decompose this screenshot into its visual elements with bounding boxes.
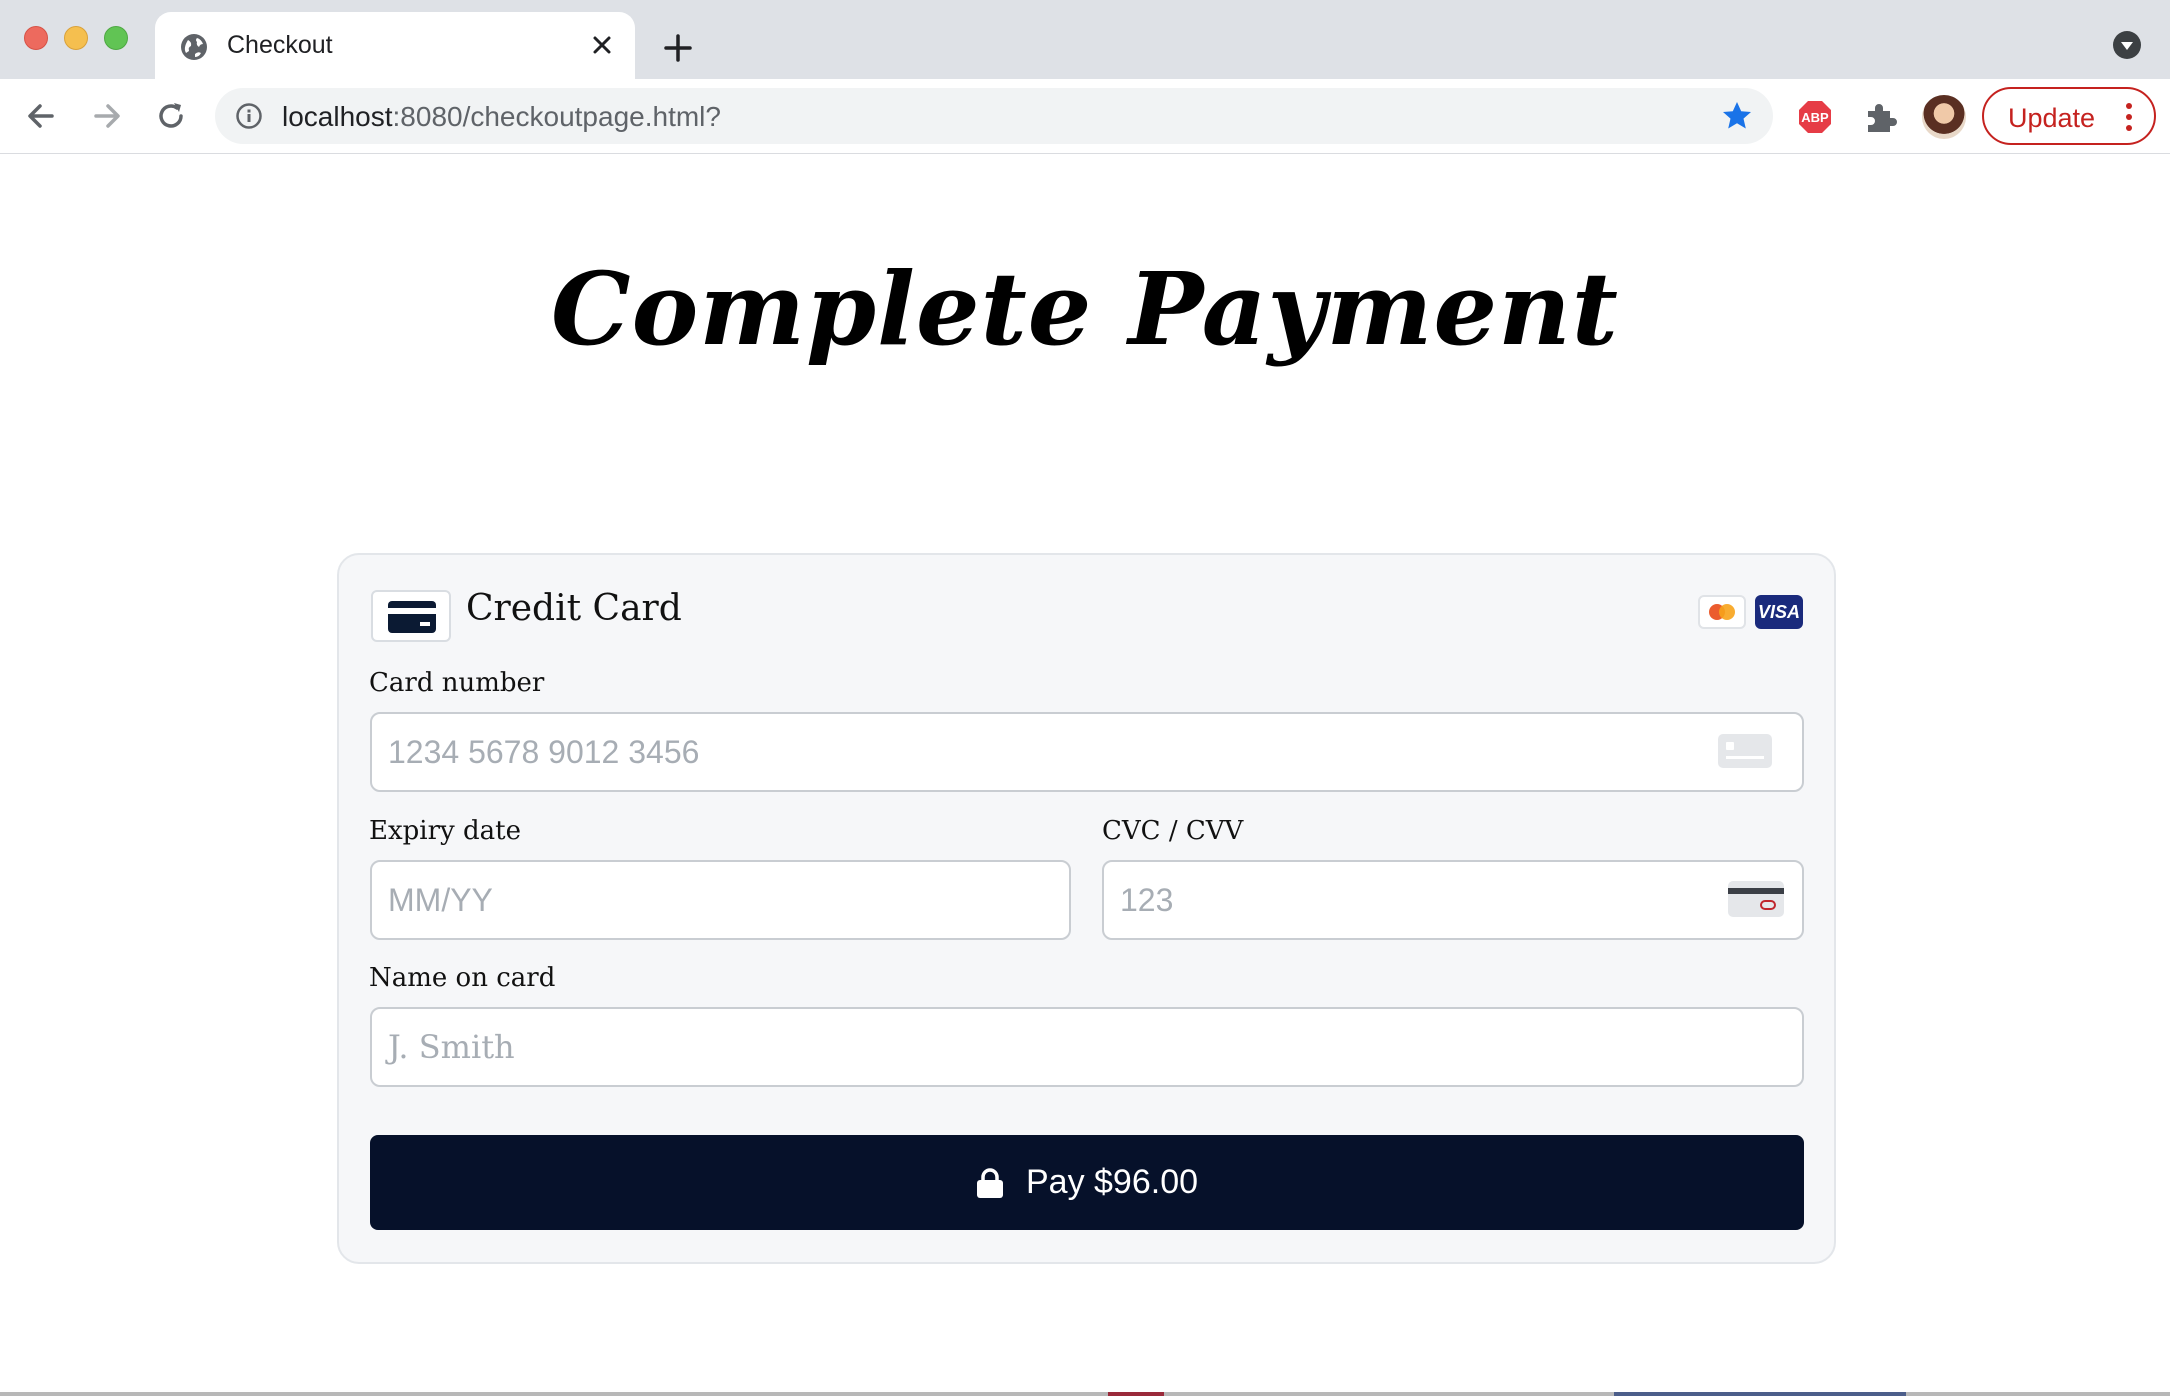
bottom-edge <box>0 1392 2170 1396</box>
chevron-down-icon[interactable] <box>2112 30 2142 60</box>
cvc-label: CVC / CVV <box>1102 816 1244 846</box>
expiry-date-label: Expiry date <box>369 816 521 846</box>
address-bar[interactable]: localhost:8080/checkoutpage.html? <box>215 88 1773 144</box>
url-host: localhost <box>282 101 393 132</box>
zoom-window-button[interactable] <box>104 26 128 50</box>
back-icon[interactable] <box>22 97 60 135</box>
url-text: localhost:8080/checkoutpage.html? <box>282 101 721 133</box>
tab-title: Checkout <box>227 31 333 59</box>
pay-button-label: Pay $96.00 <box>1025 1163 1199 1201</box>
mastercard-logo <box>1698 595 1746 629</box>
close-icon[interactable] <box>587 30 617 60</box>
payment-method-icon <box>371 590 451 642</box>
close-window-button[interactable] <box>24 26 48 50</box>
url-path: :8080/checkoutpage.html? <box>392 101 721 132</box>
expiry-date-input[interactable]: MM/YY <box>370 860 1071 940</box>
update-button[interactable]: Update <box>1982 87 2156 145</box>
name-on-card-input[interactable]: J. Smith <box>370 1007 1804 1087</box>
card-number-input[interactable]: 1234 5678 9012 3456 <box>370 712 1804 792</box>
lock-icon <box>976 1167 1003 1198</box>
cvc-input[interactable]: 123 <box>1102 860 1804 940</box>
puzzle-icon[interactable] <box>1862 99 1898 135</box>
payment-method-label: Credit Card <box>466 588 682 629</box>
browser-toolbar: localhost:8080/checkoutpage.html? ABP Up… <box>0 79 2170 154</box>
name-on-card-label: Name on card <box>369 963 556 993</box>
update-label: Update <box>2008 103 2096 133</box>
star-icon[interactable] <box>1720 99 1754 133</box>
payment-card: Credit Card VISA Card number 1234 5678 9… <box>337 553 1836 1264</box>
minimize-window-button[interactable] <box>64 26 88 50</box>
reload-icon[interactable] <box>152 97 190 135</box>
card-number-label: Card number <box>369 668 545 698</box>
kebab-icon[interactable] <box>2124 101 2134 133</box>
cvc-card-icon <box>1728 881 1784 917</box>
tab-checkout[interactable]: Checkout <box>155 12 635 79</box>
avatar[interactable] <box>1922 95 1966 139</box>
adblock-icon[interactable]: ABP <box>1797 99 1833 135</box>
info-icon[interactable] <box>235 102 263 130</box>
visa-logo: VISA <box>1755 595 1803 629</box>
pay-button[interactable]: Pay $96.00 <box>370 1135 1804 1230</box>
forward-icon[interactable] <box>88 97 126 135</box>
credit-card-icon <box>388 601 436 633</box>
card-number-icon <box>1718 734 1772 768</box>
tab-strip: Checkout <box>0 0 2170 79</box>
page-title: Complete Payment <box>550 250 1619 368</box>
globe-icon <box>181 34 207 60</box>
svg-text:ABP: ABP <box>1801 110 1829 125</box>
plus-icon[interactable] <box>660 30 696 66</box>
